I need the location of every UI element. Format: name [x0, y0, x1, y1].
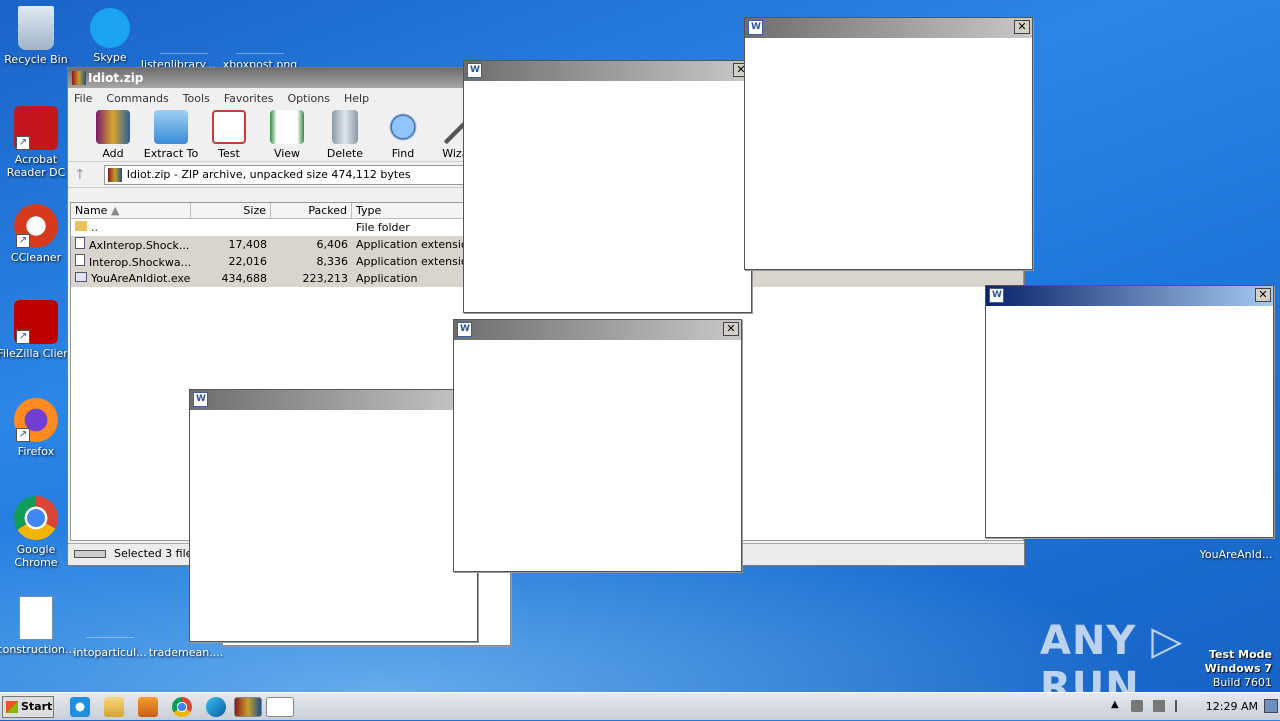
menu-options[interactable]: Options	[288, 92, 330, 105]
trash-icon	[332, 110, 358, 144]
menu-favorites[interactable]: Favorites	[224, 92, 274, 105]
popup-titlebar[interactable]: ✕	[464, 61, 751, 81]
desktop-icon-ccleaner[interactable]: ↗ CCleaner	[0, 204, 76, 264]
archive-icon	[107, 167, 122, 182]
winrar-icon	[72, 71, 86, 85]
desktop-icon-recycle-bin[interactable]: Recycle Bin	[0, 6, 76, 66]
exe-file-icon	[75, 272, 87, 282]
dll-file-icon	[75, 237, 85, 249]
desktop-icon-youareanidiot[interactable]: YouAreAnId...	[1196, 548, 1276, 561]
desktop-icon-skype[interactable]: Skype	[70, 8, 150, 64]
desktop-icon-listenlibrary[interactable]	[160, 28, 208, 54]
menu-tools[interactable]: Tools	[183, 92, 210, 105]
word-document-icon	[19, 596, 53, 640]
popup-titlebar[interactable]	[190, 390, 477, 410]
action-center-flag-icon[interactable]	[1175, 700, 1185, 712]
taskbar: Start ▲ 12:29 AM	[0, 692, 1280, 720]
desktop-icon-chrome[interactable]: Google Chrome	[0, 496, 76, 569]
acrobat-icon: ↗	[14, 106, 58, 150]
column-name[interactable]: Name ▲	[71, 203, 191, 218]
status-text: Selected 3 files	[114, 547, 199, 560]
ie-icon[interactable]	[70, 697, 90, 717]
word-icon	[193, 392, 208, 407]
winrar-taskbar-icon[interactable]	[234, 697, 262, 717]
desktop-icon-construction-doc[interactable]: construction...	[0, 596, 76, 656]
add-button[interactable]: Add	[84, 108, 142, 161]
book-icon	[270, 110, 304, 144]
filezilla-icon: ↗	[14, 300, 58, 344]
desktop-icon-trademean-label[interactable]: trademean....	[146, 646, 226, 659]
word-taskbar-icon[interactable]	[266, 697, 294, 717]
windows-watermark: Test Mode Windows 7 Build 7601	[1204, 648, 1272, 689]
network-icon[interactable]	[1153, 700, 1165, 712]
word-icon	[457, 322, 472, 337]
popup-window[interactable]	[189, 389, 478, 642]
popup-window[interactable]: ✕	[463, 60, 752, 313]
find-button[interactable]: Find	[374, 108, 432, 161]
column-packed[interactable]: Packed	[271, 203, 352, 218]
desktop-icon-xboxpost[interactable]	[236, 28, 284, 54]
column-size[interactable]: Size	[191, 203, 271, 218]
firefox-icon: ↗	[14, 398, 58, 442]
close-button[interactable]: ✕	[1014, 20, 1030, 34]
magnifier-icon	[386, 110, 420, 144]
up-arrow-icon[interactable]: ↑	[74, 167, 86, 183]
popup-window[interactable]: ✕	[744, 17, 1033, 270]
close-button[interactable]: ✕	[1255, 288, 1271, 302]
recycle-bin-icon	[18, 6, 54, 50]
folder-icon	[154, 110, 188, 144]
ccleaner-icon: ↗	[14, 204, 58, 248]
media-player-icon[interactable]	[138, 697, 158, 717]
delete-button[interactable]: Delete	[316, 108, 374, 161]
show-hidden-icons[interactable]: ▲	[1111, 699, 1119, 710]
chrome-taskbar-icon[interactable]	[172, 697, 192, 717]
menu-commands[interactable]: Commands	[106, 92, 168, 105]
clipboard-icon	[212, 110, 246, 144]
extract-to-button[interactable]: Extract To	[142, 108, 200, 161]
explorer-icon[interactable]	[104, 697, 124, 717]
word-icon	[989, 288, 1004, 303]
popup-titlebar[interactable]: ✕	[454, 320, 741, 340]
folder-up-icon	[75, 221, 87, 231]
dll-file-icon	[75, 254, 85, 266]
close-button[interactable]: ✕	[723, 322, 739, 336]
desktop-icon-filezilla[interactable]: ↗ FileZilla Client	[0, 300, 76, 360]
volume-icon[interactable]	[1131, 700, 1143, 712]
test-button[interactable]: Test	[200, 108, 258, 161]
start-button[interactable]: Start	[2, 696, 54, 718]
edge-icon[interactable]	[206, 697, 226, 717]
popup-titlebar[interactable]: ✕	[745, 18, 1032, 38]
winrar-title: Idiot.zip	[88, 71, 144, 85]
clock[interactable]: 12:29 AM	[1206, 700, 1258, 713]
popup-titlebar[interactable]: ✕	[986, 286, 1273, 306]
drive-icon	[74, 550, 106, 558]
skype-icon	[90, 8, 130, 48]
view-button[interactable]: View	[258, 108, 316, 161]
add-icon	[96, 110, 130, 144]
desktop-icon-intoparticul-label: intoparticul...	[73, 646, 147, 659]
word-icon	[467, 63, 482, 78]
popup-window-active[interactable]: ✕	[985, 285, 1274, 538]
menu-file[interactable]: File	[74, 92, 92, 105]
word-icon	[748, 20, 763, 35]
desktop-icon-acrobat[interactable]: ↗ Acrobat Reader DC	[0, 106, 76, 179]
sort-up-icon: ▲	[110, 204, 120, 217]
chrome-icon	[14, 496, 58, 540]
system-tray: ▲ 12:29 AM	[1105, 693, 1280, 721]
desktop-icon-intoparticul[interactable]	[86, 612, 134, 638]
popup-window[interactable]: ✕	[453, 319, 742, 572]
desktop-icon-firefox[interactable]: ↗ Firefox	[0, 398, 76, 458]
menu-help[interactable]: Help	[344, 92, 369, 105]
show-desktop-button[interactable]	[1264, 699, 1278, 713]
